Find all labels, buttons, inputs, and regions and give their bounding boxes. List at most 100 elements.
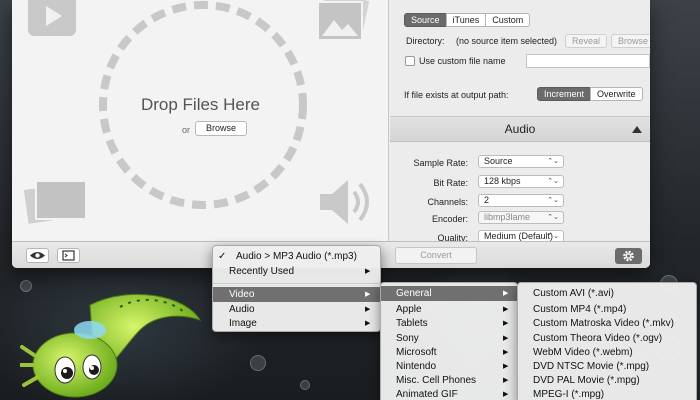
submenu-arrow-icon: ▶ xyxy=(365,268,371,275)
increment-option[interactable]: Increment xyxy=(537,87,592,101)
audio-speaker-icon xyxy=(320,180,369,224)
water-drop xyxy=(300,380,310,390)
settings-button[interactable] xyxy=(615,248,642,264)
audio-section-header[interactable]: Audio xyxy=(390,116,650,142)
preview-button[interactable] xyxy=(26,248,49,263)
menu-item-label: Custom AVI (*.avi) xyxy=(533,288,614,299)
reveal-button[interactable]: Reveal xyxy=(565,34,608,48)
console-button[interactable] xyxy=(57,248,80,263)
menu-item-label: General xyxy=(396,288,432,299)
menu-item-sony[interactable]: Sony ▶ xyxy=(381,331,517,346)
general-submenu: Custom AVI (*.avi) Custom MP4 (*.mp4) Cu… xyxy=(517,282,697,400)
submenu-arrow-icon: ▶ xyxy=(503,377,509,384)
drop-files-label: Drop Files Here xyxy=(140,95,261,114)
menu-item-nintendo[interactable]: Nintendo ▶ xyxy=(381,359,517,374)
encoder-label: Encoder: xyxy=(431,214,468,224)
file-exists-label: If file exists at output path: xyxy=(404,90,509,100)
image-category-label: Image xyxy=(229,318,257,329)
encoder-popup[interactable]: libmp3lame ⌃⌄ xyxy=(478,211,564,224)
submenu-arrow-icon: ▶ xyxy=(503,306,509,313)
submenu-arrow-icon: ▶ xyxy=(503,391,509,398)
menu-item-dvd-ntsc[interactable]: DVD NTSC Movie (*.mpg) xyxy=(518,359,696,374)
menu-item-custom-avi[interactable]: Custom AVI (*.avi) xyxy=(518,286,696,301)
menu-item-label: Custom MP4 (*.mp4) xyxy=(533,304,627,315)
encoder-value: libmp3lame xyxy=(484,212,531,222)
custom-file-name-field[interactable] xyxy=(526,54,650,68)
submenu-arrow-icon: ▶ xyxy=(365,291,371,298)
tab-custom[interactable]: Custom xyxy=(485,13,531,27)
submenu-arrow-icon: ▶ xyxy=(503,290,509,297)
browse-files-button[interactable]: Browse xyxy=(195,121,247,136)
submenu-arrow-icon: ▶ xyxy=(365,320,371,327)
menu-item-label: Custom Theora Video (*.ogv) xyxy=(533,333,663,344)
menu-item-dvd-pal[interactable]: DVD PAL Movie (*.mpg) xyxy=(518,373,696,388)
tab-itunes[interactable]: iTunes xyxy=(445,13,487,27)
menu-item-microsoft[interactable]: Microsoft ▶ xyxy=(381,345,517,360)
menu-item-label: Custom Matroska Video (*.mkv) xyxy=(533,318,674,329)
popup-arrows-icon: ⌃⌄ xyxy=(547,197,559,204)
menu-item-animated-gif[interactable]: Animated GIF ▶ xyxy=(381,387,517,400)
directory-value: (no source item selected) xyxy=(456,36,558,46)
menu-item-image[interactable]: Image ▶ xyxy=(213,316,380,331)
submenu-arrow-icon: ▶ xyxy=(503,335,509,342)
document-stack-icon xyxy=(23,180,87,224)
drop-zone[interactable]: Drop Files Here or Browse xyxy=(12,0,389,241)
file-exists-segmented-control: Increment Overwrite xyxy=(537,87,643,101)
menu-item-general[interactable]: General ▶ xyxy=(381,286,517,301)
browse-directory-button[interactable]: Browse xyxy=(611,34,650,48)
audio-category-label: Audio xyxy=(229,304,255,315)
bit-rate-popup[interactable]: 128 kbps ⌃⌄ xyxy=(478,175,564,188)
current-preset-label: Audio > MP3 Audio (*.mp3) xyxy=(236,251,357,262)
menu-item-misc-cell-phones[interactable]: Misc. Cell Phones ▶ xyxy=(381,373,517,388)
or-label: or xyxy=(182,125,191,135)
app-mascot-illustration xyxy=(20,293,202,398)
tab-source[interactable]: Source xyxy=(404,13,447,27)
menu-item-label: WebM Video (*.webm) xyxy=(533,347,633,358)
submenu-arrow-icon: ▶ xyxy=(503,320,509,327)
menu-item-label: Nintendo xyxy=(396,361,437,372)
overwrite-option[interactable]: Overwrite xyxy=(590,87,643,101)
popup-arrows-icon: ⌃⌄ xyxy=(547,214,559,221)
terminal-icon xyxy=(62,250,75,261)
submenu-arrow-icon: ▶ xyxy=(365,306,371,313)
menu-item-video[interactable]: Video ▶ xyxy=(213,287,380,302)
video-file-icon xyxy=(28,0,76,36)
sample-rate-value: Source xyxy=(484,156,513,166)
submenu-arrow-icon: ▶ xyxy=(503,363,509,370)
bit-rate-label: Bit Rate: xyxy=(433,178,468,188)
convert-button[interactable]: Convert xyxy=(395,247,477,264)
menu-item-label: Misc. Cell Phones xyxy=(396,375,477,386)
custom-file-name-label: Use custom file name xyxy=(419,56,506,66)
menu-item-recently-used[interactable]: Recently Used ▶ xyxy=(213,264,380,279)
collapse-triangle-icon[interactable] xyxy=(632,126,642,133)
quality-value: Medium (Default) xyxy=(484,231,554,241)
menu-item-label: DVD NTSC Movie (*.mpg) xyxy=(533,361,650,372)
menu-item-custom-mp4[interactable]: Custom MP4 (*.mp4) xyxy=(518,302,696,317)
popup-arrows-icon: ⌃⌄ xyxy=(547,158,559,165)
menu-item-current-preset[interactable]: ✓ Audio > MP3 Audio (*.mp3) xyxy=(213,249,380,264)
menu-item-label: Microsoft xyxy=(396,347,437,358)
menu-item-label: Animated GIF xyxy=(396,389,458,400)
water-drop xyxy=(250,355,266,371)
menu-item-mpeg1[interactable]: MPEG-I (*.mpg) xyxy=(518,387,696,400)
sample-rate-popup[interactable]: Source ⌃⌄ xyxy=(478,155,564,168)
directory-label: Directory: xyxy=(406,36,445,46)
app-window: Drop Files Here or Browse Source iTunes … xyxy=(12,0,650,268)
video-submenu: General ▶ Apple ▶ Tablets ▶ Sony ▶ Micro… xyxy=(380,282,518,400)
output-location-segmented-control: Source iTunes Custom xyxy=(404,13,531,27)
menu-item-label: Apple xyxy=(396,304,422,315)
custom-file-name-checkbox[interactable] xyxy=(405,56,415,66)
menu-item-apple[interactable]: Apple ▶ xyxy=(381,302,517,317)
output-settings-panel: Source iTunes Custom Directory: (no sour… xyxy=(390,0,650,243)
menu-item-webm[interactable]: WebM Video (*.webm) xyxy=(518,345,696,360)
menu-item-audio[interactable]: Audio ▶ xyxy=(213,302,380,317)
menu-item-custom-ogv[interactable]: Custom Theora Video (*.ogv) xyxy=(518,331,696,346)
channels-popup[interactable]: 2 ⌃⌄ xyxy=(478,194,564,207)
image-file-icon xyxy=(317,0,370,41)
menu-item-custom-mkv[interactable]: Custom Matroska Video (*.mkv) xyxy=(518,316,696,331)
submenu-arrow-icon: ▶ xyxy=(503,349,509,356)
channels-value: 2 xyxy=(484,195,490,205)
menu-item-tablets[interactable]: Tablets ▶ xyxy=(381,316,517,331)
menu-separator xyxy=(213,283,380,284)
video-category-label: Video xyxy=(229,289,255,300)
